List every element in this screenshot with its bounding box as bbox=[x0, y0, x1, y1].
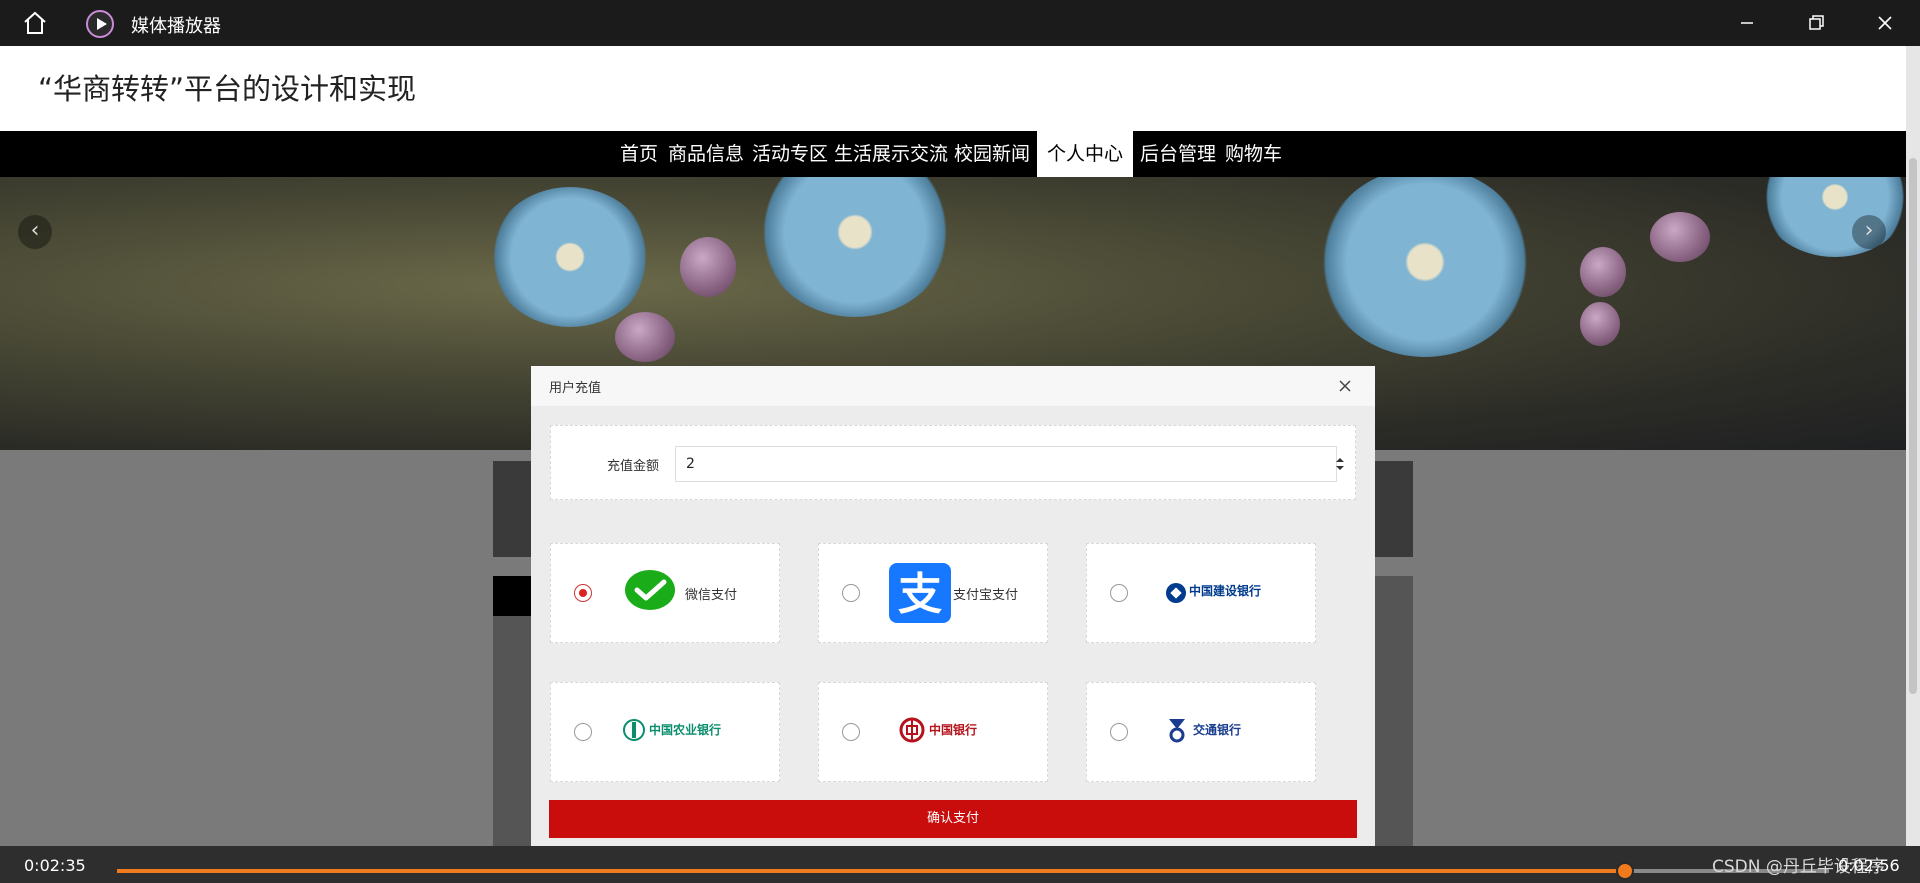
alipay-icon: 支 bbox=[889, 563, 951, 623]
close-window-icon[interactable] bbox=[1871, 10, 1899, 36]
nav-products[interactable]: 商品信息 bbox=[668, 131, 744, 177]
svg-text:支: 支 bbox=[898, 569, 942, 620]
radio-ccb[interactable] bbox=[1110, 584, 1128, 602]
radio-wechat[interactable] bbox=[574, 584, 592, 602]
radio-boc[interactable] bbox=[842, 723, 860, 741]
total-time: 0:02:56 bbox=[1838, 856, 1900, 875]
site-header: “华商转转”平台的设计和实现 bbox=[0, 46, 1906, 131]
payment-option-alipay[interactable]: 支 支付宝支付 bbox=[818, 543, 1048, 643]
nav-campus-news[interactable]: 校园新闻 bbox=[954, 131, 1030, 177]
amount-input[interactable] bbox=[675, 446, 1337, 482]
radio-bocom[interactable] bbox=[1110, 723, 1128, 741]
payment-label-boc: 中国银行 bbox=[929, 723, 978, 737]
payment-option-bocom[interactable]: 交通银行 bbox=[1086, 682, 1316, 782]
page-scrollbar[interactable] bbox=[1906, 46, 1920, 846]
nav-admin[interactable]: 后台管理 bbox=[1140, 131, 1216, 177]
dialog-header: 用户充值 bbox=[531, 366, 1375, 406]
amount-section: 充值金额 bbox=[550, 425, 1356, 500]
boc-logo-icon bbox=[899, 717, 925, 743]
payment-label-alipay: 支付宝支付 bbox=[953, 588, 1019, 603]
radio-abc[interactable] bbox=[574, 723, 592, 741]
payment-option-ccb[interactable]: 中国建设银行 bbox=[1086, 543, 1316, 643]
minimize-icon[interactable] bbox=[1733, 10, 1761, 36]
radio-alipay[interactable] bbox=[842, 584, 860, 602]
banner-next-icon[interactable]: › bbox=[1852, 215, 1886, 249]
bocom-logo-icon bbox=[1169, 719, 1185, 743]
scrollbar-thumb[interactable] bbox=[1909, 158, 1917, 694]
restore-icon[interactable] bbox=[1802, 10, 1830, 36]
close-icon[interactable] bbox=[1337, 378, 1353, 394]
current-time: 0:02:35 bbox=[24, 856, 86, 875]
seek-bar-progress bbox=[117, 869, 1625, 873]
app-title: 媒体播放器 bbox=[131, 16, 221, 37]
payment-option-abc[interactable]: 中国农业银行 bbox=[550, 682, 780, 782]
confirm-payment-button[interactable]: 确认支付 bbox=[549, 800, 1357, 838]
nav-life-exchange[interactable]: 生活展示交流 bbox=[834, 131, 948, 177]
nav-personal-center[interactable]: 个人中心 bbox=[1037, 131, 1134, 177]
player-controls: 0:02:35 CSDN @丹丘毕设程序 0:02:56 bbox=[0, 846, 1920, 883]
ccb-logo-icon bbox=[1166, 583, 1186, 603]
nav-home[interactable]: 首页 bbox=[620, 131, 658, 177]
nav-cart[interactable]: 购物车 bbox=[1225, 131, 1282, 177]
nav-activities[interactable]: 活动专区 bbox=[752, 131, 828, 177]
payment-option-wechat[interactable]: 微信支付 bbox=[550, 543, 780, 643]
payment-option-boc[interactable]: 中国银行 bbox=[818, 682, 1048, 782]
site-title: “华商转转”平台的设计和实现 bbox=[38, 72, 417, 106]
recharge-dialog: 用户充值 充值金额 微信支付 支 支付宝支付 bbox=[531, 366, 1375, 846]
amount-label: 充值金额 bbox=[607, 459, 660, 474]
site-navbar: 首页 商品信息 活动专区 生活展示交流 校园新闻 个人中心 后台管理 购物车 bbox=[0, 131, 1906, 177]
payment-label-wechat: 微信支付 bbox=[685, 588, 738, 603]
home-icon[interactable] bbox=[22, 11, 48, 35]
banner-prev-icon[interactable]: ‹ bbox=[18, 215, 52, 249]
stepper-arrows-icon[interactable] bbox=[1335, 456, 1345, 472]
player-title-bar: 媒体播放器 bbox=[0, 0, 1920, 46]
payment-label-bocom: 交通银行 bbox=[1193, 723, 1242, 737]
media-player-logo-icon bbox=[86, 10, 114, 38]
seek-bar-handle[interactable] bbox=[1615, 862, 1634, 880]
abc-logo-icon bbox=[623, 719, 645, 741]
seek-bar[interactable] bbox=[117, 862, 1829, 880]
background-panel-header bbox=[493, 576, 533, 616]
payment-label-abc: 中国农业银行 bbox=[649, 723, 722, 737]
dialog-title: 用户充值 bbox=[549, 381, 602, 396]
payment-label-ccb: 中国建设银行 bbox=[1189, 584, 1262, 598]
wechat-pay-icon bbox=[625, 570, 675, 610]
